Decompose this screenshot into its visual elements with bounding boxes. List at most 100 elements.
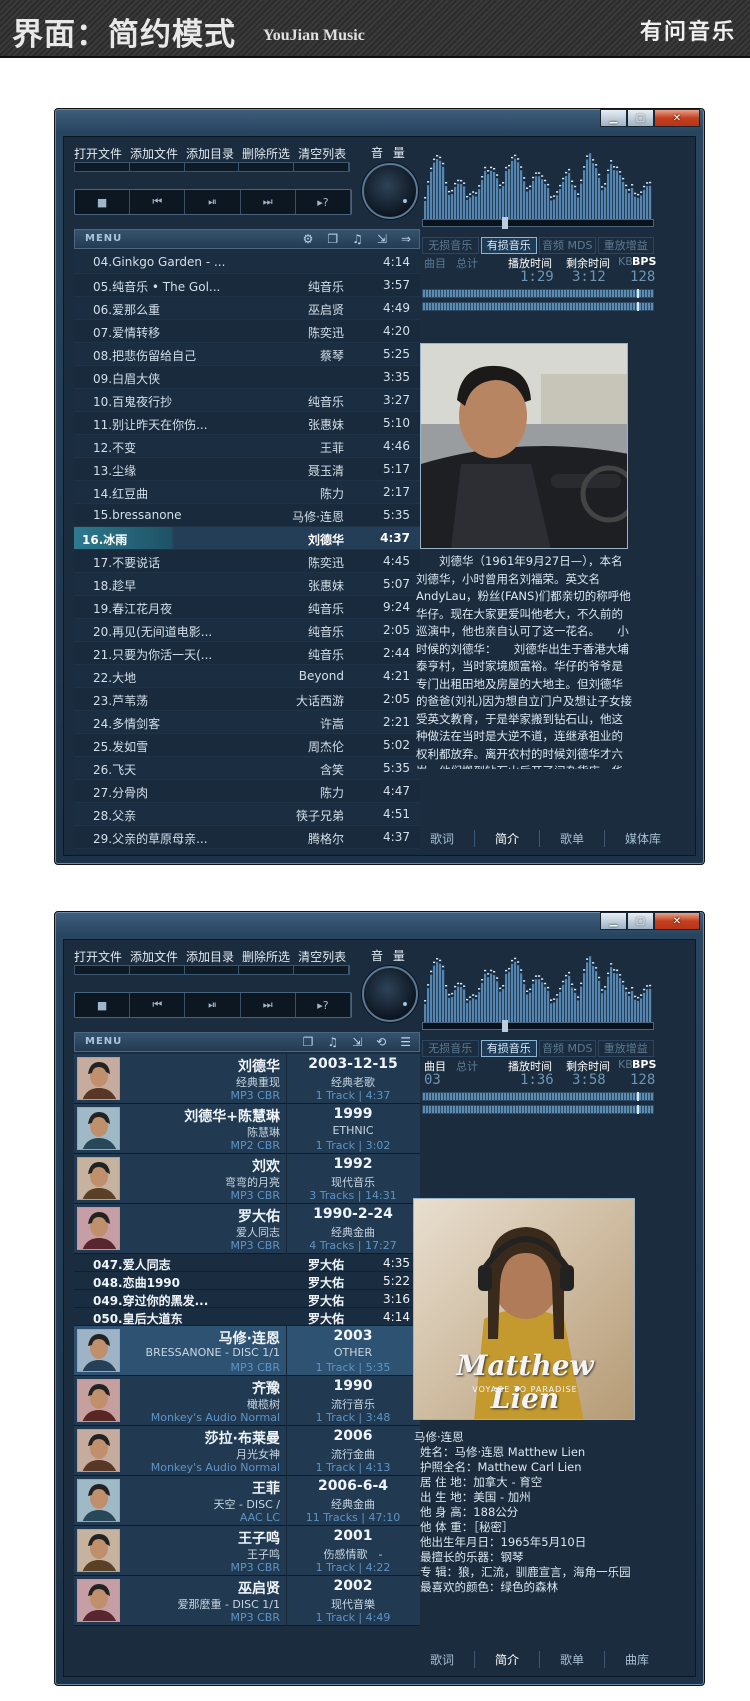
table-row[interactable]: 15.bressanone 马修·连恩 5:35 bbox=[74, 504, 420, 527]
seek-bar[interactable] bbox=[422, 217, 654, 229]
tab-playlist[interactable]: 歌单 bbox=[540, 1651, 606, 1668]
seek-handle[interactable] bbox=[502, 217, 509, 229]
add-folder-button[interactable]: 添加目录 bbox=[186, 948, 234, 965]
mode-lossy[interactable]: 有损音乐 bbox=[480, 1040, 537, 1057]
minimize-button[interactable]: ▁ bbox=[600, 109, 627, 127]
list-item[interactable]: 049.穿过你的黑发... 罗大佑 3:16 bbox=[74, 1290, 420, 1308]
prev-button[interactable]: ⏮ bbox=[130, 190, 186, 214]
menu-label[interactable]: MENU bbox=[85, 1036, 122, 1047]
tab-lyrics[interactable]: 歌词 bbox=[410, 1651, 476, 1668]
table-row[interactable]: 07.爱情转移 陈奕迅 4:20 bbox=[74, 320, 420, 343]
repeat-icon[interactable]: ⟲ bbox=[376, 1035, 386, 1049]
mode-mds[interactable]: 音频 MDS bbox=[539, 237, 596, 254]
window-icon[interactable]: ❐ bbox=[303, 1035, 314, 1049]
minimize-button[interactable]: ▁ bbox=[600, 912, 627, 930]
delete-selected-button[interactable]: 删除所选 bbox=[242, 145, 290, 162]
open-file-button[interactable]: 打开文件 bbox=[74, 145, 122, 162]
import-icon[interactable]: ⇲ bbox=[377, 232, 387, 246]
album-row[interactable]: 罗大佑 爱人同志 MP3 CBR 1990-2-24 经典金曲 4 Tracks | 17… bbox=[74, 1204, 420, 1254]
table-row[interactable]: 05.纯音乐 • The Gol... 纯音乐 3:57 bbox=[74, 274, 420, 297]
volume-knob[interactable] bbox=[362, 966, 418, 1022]
table-row[interactable]: 16.冰雨 刘德华 4:37 bbox=[74, 527, 420, 550]
add-folder-button[interactable]: 添加目录 bbox=[186, 145, 234, 162]
music-note-icon[interactable]: ♫ bbox=[352, 232, 363, 246]
table-row[interactable]: 11.别让昨天在你伤... 张惠妹 5:10 bbox=[74, 412, 420, 435]
open-file-button[interactable]: 打开文件 bbox=[74, 948, 122, 965]
clear-list-button[interactable]: 清空列表 bbox=[298, 948, 346, 965]
menu-label[interactable]: MENU bbox=[85, 233, 122, 244]
table-row[interactable]: 28.父亲 筷子兄弟 4:51 bbox=[74, 803, 420, 826]
table-row[interactable]: 08.把悲伤留给自己 蔡琴 5:25 bbox=[74, 343, 420, 366]
prev-button[interactable]: ⏮ bbox=[130, 993, 186, 1017]
delete-selected-button[interactable]: 删除所选 bbox=[242, 948, 290, 965]
tab-intro[interactable]: 简介 bbox=[475, 830, 541, 847]
table-row[interactable]: 26.飞天 含笑 5:35 bbox=[74, 757, 420, 780]
mode-lossy[interactable]: 有损音乐 bbox=[480, 237, 537, 254]
seek-handle[interactable] bbox=[502, 1020, 509, 1032]
table-row[interactable]: 27.分骨肉 陈力 4:47 bbox=[74, 780, 420, 803]
album-row[interactable]: 巫启贤 爱那麼重 - DISC 1/1 MP3 CBR 2002 现代音樂 1 Track… bbox=[74, 1576, 420, 1626]
table-row[interactable]: 06.爱那么重 巫启贤 4:49 bbox=[74, 297, 420, 320]
album-row[interactable]: 王子鸣 王子鸣 MP3 CBR 2001 伤感情歌 -1 Track | 4:22 bbox=[74, 1526, 420, 1576]
album-row[interactable]: 刘德华+陈慧琳 陈慧琳 MP2 CBR 1999 ETHNIC 1 Track | 3:0… bbox=[74, 1104, 420, 1154]
mode-replaygain[interactable]: 重放增益 bbox=[597, 1040, 654, 1057]
maximize-button[interactable]: ▢ bbox=[627, 109, 654, 127]
table-row[interactable]: 13.尘缘 聂玉清 5:17 bbox=[74, 458, 420, 481]
table-row[interactable]: 21.只要为你活一天(... 纯音乐 2:44 bbox=[74, 642, 420, 665]
window-icon[interactable]: ❐ bbox=[327, 232, 338, 246]
table-row[interactable]: 04.Ginkgo Garden - ... 4:14 bbox=[74, 251, 420, 274]
table-row[interactable]: 25.发如雪 周杰伦 5:02 bbox=[74, 734, 420, 757]
random-button[interactable]: ▸? bbox=[296, 190, 352, 214]
play-pause-button[interactable]: ⏯ bbox=[185, 993, 241, 1017]
tab-intro[interactable]: 简介 bbox=[475, 1651, 541, 1668]
table-row[interactable]: 22.大地 Beyond 4:21 bbox=[74, 665, 420, 688]
table-row[interactable]: 14.红豆曲 陈力 2:17 bbox=[74, 481, 420, 504]
mode-lossless[interactable]: 无损音乐 bbox=[422, 237, 479, 254]
album-row[interactable]: 莎拉·布莱曼 月光女神 Monkey's Audio Normal 2006 流行金曲 1… bbox=[74, 1426, 420, 1476]
tab-library[interactable]: 曲库 bbox=[605, 1651, 669, 1668]
play-pause-button[interactable]: ⏯ bbox=[185, 190, 241, 214]
random-button[interactable]: ▸? bbox=[296, 993, 352, 1017]
tab-playlist[interactable]: 歌单 bbox=[540, 830, 606, 847]
next-button[interactable]: ⏭ bbox=[241, 993, 296, 1017]
mode-mds[interactable]: 音频 MDS bbox=[539, 1040, 596, 1057]
table-row[interactable]: 20.再见(无间道电影... 纯音乐 2:05 bbox=[74, 619, 420, 642]
album-row[interactable]: 刘德华 经典重现 MP3 CBR 2003-12-15 经典老歌 1 Track | 4:… bbox=[74, 1054, 420, 1104]
tab-lyrics[interactable]: 歌词 bbox=[410, 830, 476, 847]
next-button[interactable]: ⏭ bbox=[241, 190, 296, 214]
arrow-right-icon[interactable]: ⇒ bbox=[401, 232, 411, 246]
add-file-button[interactable]: 添加文件 bbox=[130, 948, 178, 965]
table-row[interactable]: 18.趁早 张惠妹 5:07 bbox=[74, 573, 420, 596]
album-row[interactable]: 马修·连恩 BRESSANONE - DISC 1/1 MP3 CBR 2003 OTH… bbox=[74, 1326, 420, 1376]
gear-icon[interactable]: ⚙ bbox=[303, 232, 314, 246]
table-row[interactable]: 19.春江花月夜 纯音乐 9:24 bbox=[74, 596, 420, 619]
tab-library[interactable]: 媒体库 bbox=[605, 830, 681, 847]
album-row[interactable]: 王菲 天空 - DISC / AAC LC 2006-6-4 经典金曲 11 Tracks… bbox=[74, 1476, 420, 1526]
add-file-button[interactable]: 添加文件 bbox=[130, 145, 178, 162]
music-note-icon[interactable]: ♫ bbox=[327, 1035, 338, 1049]
table-row[interactable]: 17.不要说话 陈奕迅 4:45 bbox=[74, 550, 420, 573]
list-view-icon[interactable]: ☰ bbox=[400, 1035, 411, 1049]
table-row[interactable]: 23.芦苇荡 大话西游 2:05 bbox=[74, 688, 420, 711]
list-item[interactable]: 050.皇后大道东 罗大佑 4:14 bbox=[74, 1308, 420, 1326]
album-row[interactable]: 齐豫 橄榄树 Monkey's Audio Normal 1990 流行音乐 1 Trac… bbox=[74, 1376, 420, 1426]
table-row[interactable]: 09.白眉大侠 3:35 bbox=[74, 366, 420, 389]
table-row[interactable]: 10.百鬼夜行抄 纯音乐 3:27 bbox=[74, 389, 420, 412]
stop-button[interactable]: ■ bbox=[75, 993, 131, 1017]
table-row[interactable]: 29.父亲的草原母亲... 腾格尔 4:37 bbox=[74, 826, 420, 849]
clear-list-button[interactable]: 清空列表 bbox=[298, 145, 346, 162]
maximize-button[interactable]: ▢ bbox=[627, 912, 654, 930]
table-row[interactable]: 12.不变 王菲 4:46 bbox=[74, 435, 420, 458]
table-row[interactable]: 24.多情剑客 许嵩 2:21 bbox=[74, 711, 420, 734]
mode-replaygain[interactable]: 重放增益 bbox=[597, 237, 654, 254]
list-item[interactable]: 047.爱人同志 罗大佑 4:35 bbox=[74, 1254, 420, 1272]
stop-button[interactable]: ■ bbox=[75, 190, 131, 214]
list-item[interactable]: 048.恋曲1990 罗大佑 5:22 bbox=[74, 1272, 420, 1290]
volume-knob[interactable] bbox=[362, 163, 418, 219]
close-button[interactable]: ✕ bbox=[654, 912, 700, 930]
close-button[interactable]: ✕ bbox=[654, 109, 700, 127]
seek-bar[interactable] bbox=[422, 1020, 654, 1032]
album-row[interactable]: 刘欢 弯弯的月亮 MP3 CBR 1992 现代音乐 3 Tracks | 14:31 bbox=[74, 1154, 420, 1204]
mode-lossless[interactable]: 无损音乐 bbox=[422, 1040, 479, 1057]
import-icon[interactable]: ⇲ bbox=[352, 1035, 362, 1049]
